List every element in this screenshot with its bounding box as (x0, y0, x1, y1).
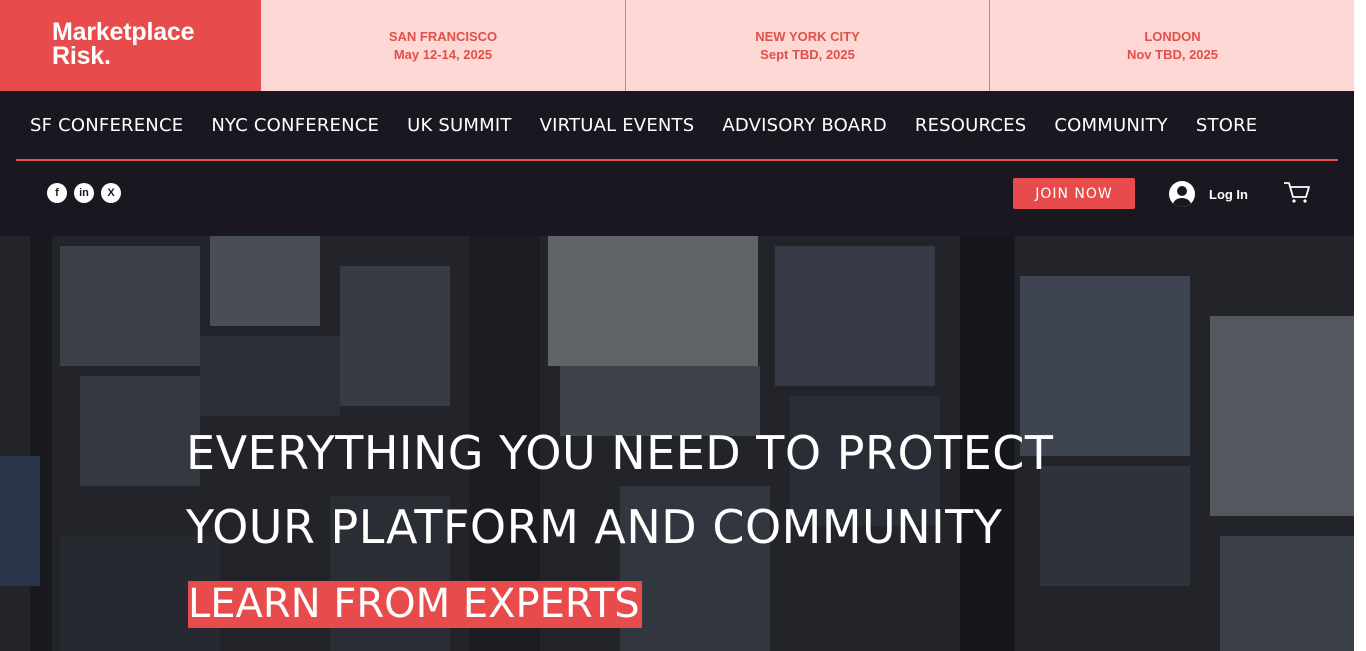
nav-item-nyc-conference[interactable]: NYC CONFERENCE (211, 115, 379, 136)
scrollbar[interactable] (1354, 0, 1366, 651)
event-date: Nov TBD, 2025 (1126, 46, 1219, 62)
site-logo[interactable]: Marketplace Risk. (0, 0, 261, 91)
nav-item-resources[interactable]: RESOURCES (915, 115, 1026, 136)
hero-headline: EVERYTHING YOU NEED TO PROTECT YOUR PLAT… (186, 416, 1054, 564)
nav-item-community[interactable]: COMMUNITY (1054, 115, 1168, 136)
cart-icon[interactable] (1283, 180, 1311, 204)
login-label: Log In (1209, 186, 1248, 202)
event-bar: Marketplace Risk. SAN FRANCISCO May 12-1… (0, 0, 1366, 91)
x-icon[interactable]: X (101, 183, 121, 203)
social-links: f in X (47, 183, 121, 203)
hero-highlight: LEARN FROM EXPERTS (188, 581, 642, 628)
hero-section: EVERYTHING YOU NEED TO PROTECT YOUR PLAT… (0, 236, 1354, 651)
header-nav-area: SF CONFERENCE NYC CONFERENCE UK SUMMIT V… (0, 91, 1354, 236)
nav-item-uk-summit[interactable]: UK SUMMIT (407, 115, 511, 136)
hero-headline-line-1: EVERYTHING YOU NEED TO PROTECT (186, 426, 1054, 480)
user-avatar-icon (1169, 181, 1195, 207)
linkedin-icon[interactable]: in (74, 183, 94, 203)
nav-item-virtual-events[interactable]: VIRTUAL EVENTS (540, 115, 695, 136)
login-button[interactable]: Log In (1169, 181, 1248, 207)
event-date: Sept TBD, 2025 (760, 46, 855, 62)
event-san-francisco[interactable]: SAN FRANCISCO May 12-14, 2025 (261, 0, 625, 91)
logo-line-1: Marketplace (52, 18, 195, 46)
nav-divider (16, 159, 1338, 161)
join-now-button[interactable]: JOIN NOW (1013, 178, 1135, 209)
event-date: May 12-14, 2025 (393, 46, 493, 62)
nav-item-store[interactable]: STORE (1196, 115, 1257, 136)
event-new-york-city[interactable]: NEW YORK CITY Sept TBD, 2025 (625, 0, 989, 91)
event-city: LONDON (1144, 28, 1201, 44)
logo-line-2: Risk. (52, 42, 111, 70)
event-city: NEW YORK CITY (755, 28, 860, 44)
event-city: SAN FRANCISCO (388, 28, 498, 44)
nav-item-advisory-board[interactable]: ADVISORY BOARD (722, 115, 887, 136)
nav-item-sf-conference[interactable]: SF CONFERENCE (30, 115, 183, 136)
facebook-icon[interactable]: f (47, 183, 67, 203)
event-london[interactable]: LONDON Nov TBD, 2025 (989, 0, 1355, 91)
main-nav: SF CONFERENCE NYC CONFERENCE UK SUMMIT V… (16, 91, 1320, 159)
hero-headline-line-2: YOUR PLATFORM AND COMMUNITY (186, 500, 1003, 554)
